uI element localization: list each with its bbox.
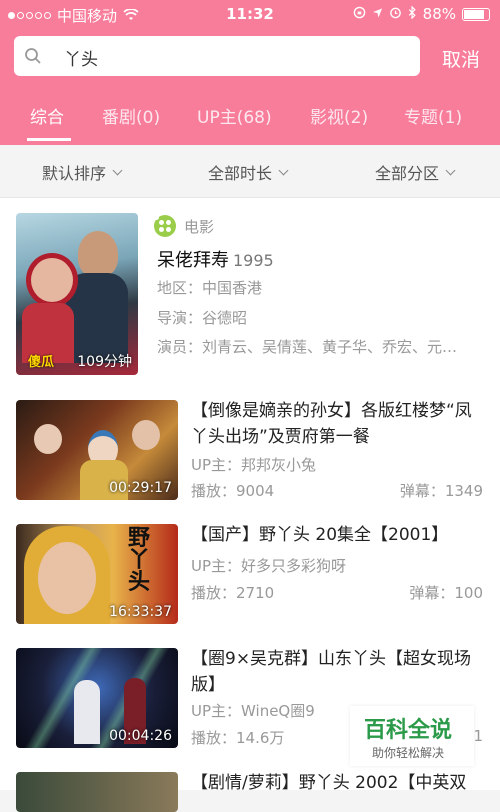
tab-topics[interactable]: 专题(1) xyxy=(404,103,462,128)
movie-category: 电影 xyxy=(184,218,215,236)
tab-bar: 综合 番剧(0) UP主(68) 影视(2) 专题(1) xyxy=(0,100,500,145)
movie-director: 导演：谷德昭 xyxy=(157,309,248,327)
active-tab-indicator xyxy=(27,138,71,141)
bluetooth-icon xyxy=(408,5,417,23)
movie-poster: 傻瓜 109分钟 xyxy=(16,213,138,375)
tab-bangumi[interactable]: 番剧(0) xyxy=(102,103,160,128)
battery-icon xyxy=(462,7,490,21)
video-uploader: UP主：WineQ圈9 xyxy=(191,702,315,720)
video-play-count: 播放：2710 xyxy=(191,584,275,602)
chevron-down-icon xyxy=(445,165,456,175)
poster-title: 傻瓜 xyxy=(28,355,55,370)
video-danmaku-count: 1 xyxy=(473,727,483,745)
partition-filter[interactable]: 全部分区 xyxy=(375,160,456,184)
video-thumbnail xyxy=(16,772,178,812)
filter-bar: 默认排序 全部时长 全部分区 xyxy=(0,145,500,198)
movie-region: 地区：中国香港 xyxy=(157,279,263,297)
sort-filter-label: 默认排序 xyxy=(42,164,107,183)
video-thumbnail: 00:29:17 xyxy=(16,400,178,500)
location-icon xyxy=(372,5,383,23)
search-icon xyxy=(24,47,42,69)
results-list: 傻瓜 109分钟 电影 呆佬拜寿 1995 地区：中国香港 导演：谷德昭 演员：刘… xyxy=(0,198,500,812)
tab-all[interactable]: 综合 xyxy=(30,103,64,128)
watermark-logo: 百科全说 助你轻松解决 xyxy=(350,706,474,766)
movie-duration: 109分钟 xyxy=(77,354,132,370)
video-uploader: UP主：邦邦灰小兔 xyxy=(191,456,317,474)
video-duration: 00:04:26 xyxy=(109,728,172,744)
video-title: 【国产】野丫头 20集全【2001】 xyxy=(191,525,449,545)
battery-percent: 88% xyxy=(422,5,456,23)
duration-filter[interactable]: 全部时长 xyxy=(208,160,289,184)
cancel-button[interactable]: 取消 xyxy=(442,45,480,72)
movie-cast: 演员：刘青云、吴倩莲、黄子华、乔宏、元… xyxy=(157,338,458,356)
chevron-down-icon xyxy=(112,165,123,175)
alarm-icon xyxy=(389,5,402,23)
header: 中国移动 11:32 88% 丫头 取消 综合 番剧(0) UP主(68) 影视… xyxy=(0,0,500,145)
rotation-lock-icon xyxy=(353,5,366,23)
movie-title: 呆佬拜寿 xyxy=(157,250,229,271)
search-input[interactable]: 丫头 xyxy=(64,45,98,70)
search-bar[interactable]: 丫头 xyxy=(14,36,420,76)
video-danmaku-count: 弹幕：100 xyxy=(409,584,483,602)
video-thumbnail: 00:04:26 xyxy=(16,648,178,748)
video-title: 【剧情/萝莉】野丫头 2002【中英双 xyxy=(191,773,467,793)
video-title: 【圈9×吴克群】山东丫头【超女现场版】 xyxy=(191,649,472,695)
duration-filter-label: 全部时长 xyxy=(208,164,273,183)
film-reel-icon xyxy=(154,215,176,237)
tab-uploaders[interactable]: UP主(68) xyxy=(197,103,272,128)
video-title: 【倒像是嫡亲的孙女】各版红楼梦“凤丫头出场”及贾府第一餐 xyxy=(191,401,472,447)
movie-year: 1995 xyxy=(233,251,274,270)
thumbnail-calligraphy: 野丫头 xyxy=(128,526,151,595)
video-duration: 16:33:37 xyxy=(109,604,172,620)
watermark-subtitle: 助你轻松解决 xyxy=(372,746,445,760)
movie-title-line: 呆佬拜寿 1995 xyxy=(157,246,274,272)
video-play-count: 播放：14.6万 xyxy=(191,729,285,747)
video-uploader: UP主：好多只多彩狗呀 xyxy=(191,557,347,575)
chevron-down-icon xyxy=(278,165,289,175)
partition-filter-label: 全部分区 xyxy=(375,164,440,183)
watermark-title: 百科全说 xyxy=(364,718,453,743)
sort-filter[interactable]: 默认排序 xyxy=(42,160,123,184)
status-bar: 中国移动 11:32 88% xyxy=(0,0,500,30)
video-danmaku-count: 弹幕：1349 xyxy=(399,482,483,500)
video-thumbnail: 野丫头 16:33:37 xyxy=(16,524,178,624)
video-play-count: 播放：9004 xyxy=(191,482,275,500)
tab-films[interactable]: 影视(2) xyxy=(310,103,368,128)
video-duration: 00:29:17 xyxy=(109,480,172,496)
